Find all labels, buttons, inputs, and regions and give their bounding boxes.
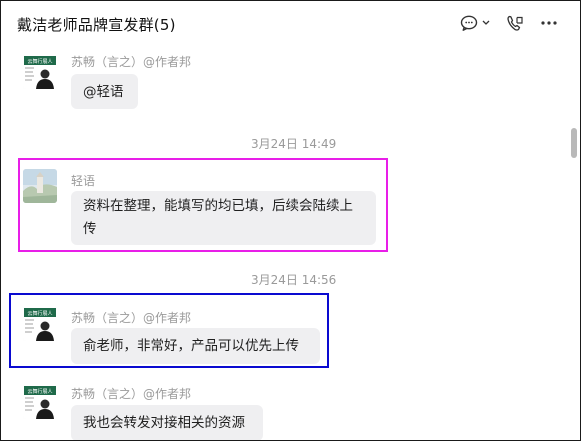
svg-text:云舞行展人: 云舞行展人 bbox=[27, 310, 52, 317]
more-button[interactable] bbox=[539, 13, 559, 33]
chevron-down-icon bbox=[482, 20, 490, 25]
more-icon bbox=[541, 21, 557, 25]
timestamp: 3月24日 14:49 bbox=[251, 137, 337, 151]
bookstore-avatar-image: 云舞行展人 bbox=[23, 307, 57, 341]
svg-text:云舞行展人: 云舞行展人 bbox=[27, 58, 52, 65]
sender-name[interactable]: 苏畅（言之）@作者邦 bbox=[71, 309, 191, 326]
timestamp: 3月24日 14:56 bbox=[251, 273, 337, 287]
message-text-line: 传 bbox=[83, 221, 97, 237]
voice-call-icon bbox=[507, 15, 523, 31]
chat-header: 戴洁老师品牌宣发群(5) bbox=[1, 1, 580, 45]
message-bubble[interactable]: @轻语 bbox=[71, 74, 138, 109]
chat-window: 戴洁老师品牌宣发群(5) 云舞行展人 苏畅（言之）@作者邦 @轻语 3月24日 … bbox=[0, 0, 581, 441]
sender-name[interactable]: 轻语 bbox=[71, 172, 95, 189]
bookstore-avatar-image: 云舞行展人 bbox=[23, 385, 57, 419]
scrollbar-thumb[interactable] bbox=[571, 128, 577, 158]
sender-name[interactable]: 苏畅（言之）@作者邦 bbox=[71, 385, 191, 402]
bookstore-avatar-image: 云舞行展人 bbox=[23, 55, 57, 89]
chat-bubble-icon bbox=[460, 15, 490, 31]
avatar[interactable] bbox=[23, 169, 57, 203]
avatar[interactable]: 云舞行展人 bbox=[23, 385, 57, 419]
message-list[interactable]: 云舞行展人 苏畅（言之）@作者邦 @轻语 3月24日 14:49 轻语 资料在整… bbox=[1, 45, 580, 440]
avatar[interactable]: 云舞行展人 bbox=[23, 55, 57, 89]
message-bubble[interactable]: 资料在整理，能填写的均已填，后续会陆续上 传 bbox=[71, 191, 376, 245]
avatar[interactable]: 云舞行展人 bbox=[23, 307, 57, 341]
group-title: 戴洁老师品牌宣发群(5) bbox=[17, 16, 176, 34]
message-bubble[interactable]: 我也会转发对接相关的资源 bbox=[71, 405, 263, 440]
message-text-line: 资料在整理，能填写的均已填，后续会陆续上 bbox=[83, 198, 353, 214]
svg-text:云舞行展人: 云舞行展人 bbox=[27, 388, 52, 395]
chat-bubble-button[interactable] bbox=[459, 13, 491, 33]
sender-name[interactable]: 苏畅（言之）@作者邦 bbox=[71, 53, 191, 70]
voice-call-button[interactable] bbox=[505, 13, 525, 33]
message-bubble[interactable]: 俞老师，非常好，产品可以优先上传 bbox=[71, 328, 320, 364]
landscape-avatar-image bbox=[23, 169, 57, 203]
